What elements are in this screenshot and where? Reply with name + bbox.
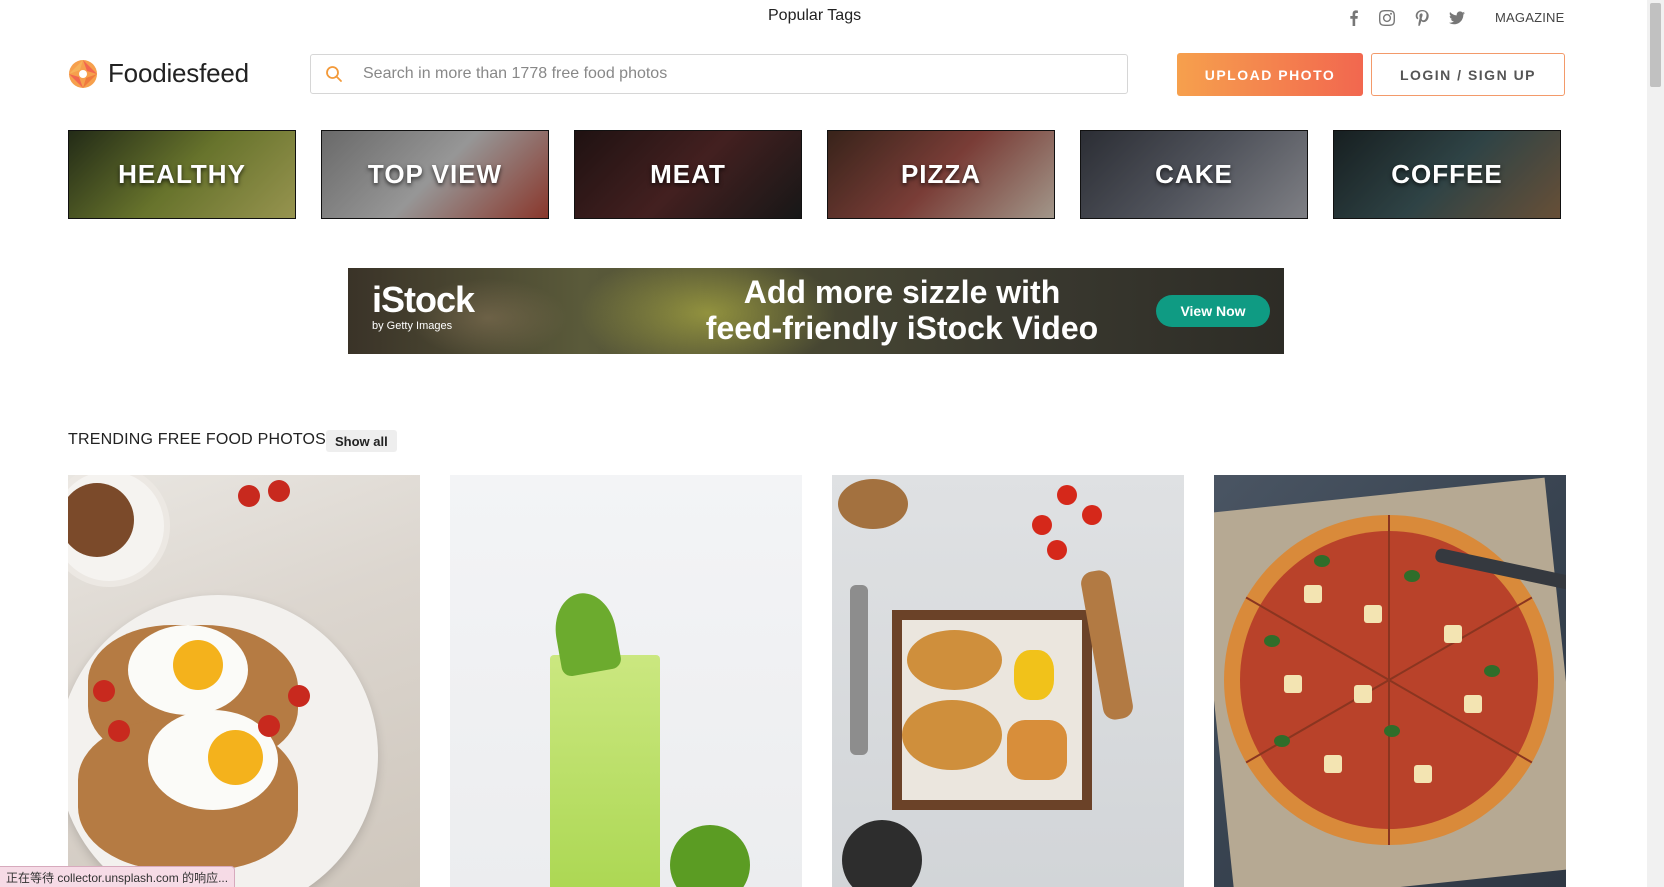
pineapple-topping [1444,625,1462,643]
pineapple-topping [1324,755,1342,773]
basil-topping [1384,725,1400,737]
category-tile-cake[interactable]: CAKE [1080,130,1308,219]
ad-view-now-button[interactable]: View Now [1156,295,1270,327]
category-label: MEAT [650,159,726,189]
pineapple-topping [1284,675,1302,693]
category-tile-coffee[interactable]: COFFEE [1333,130,1561,219]
category-tiles: HEALTHY TOP VIEW MEAT PIZZA CAKE COFFEE [68,130,1561,219]
photo-green-drink[interactable] [450,475,802,887]
logo-aperture-icon [69,59,97,88]
tea-cup-graphic [68,475,170,587]
corn-graphic [1014,650,1054,700]
basil-topping [1404,570,1420,582]
istock-logo: iStock by Getty Images [372,279,475,333]
pineapple-topping [1364,605,1382,623]
twitter-icon[interactable] [1449,8,1465,28]
pineapple-topping [1414,765,1432,783]
category-tile-healthy[interactable]: HEALTHY [68,130,296,219]
basil-topping [1484,665,1500,677]
browser-status-bar: 正在等待 collector.unsplash.com 的响应... [0,866,236,887]
tomato-graphic [268,480,290,502]
popular-tags-link[interactable]: Popular Tags [768,7,861,25]
lime-graphic [670,825,750,887]
facebook-icon[interactable] [1346,8,1362,28]
photo-burger-tray[interactable] [832,475,1184,887]
pineapple-topping [1464,695,1482,713]
burger-graphic [907,630,1002,690]
istock-ad-banner[interactable]: iStock by Getty Images Add more sizzle w… [348,268,1284,354]
yolk-graphic [173,640,223,690]
category-tile-pizza[interactable]: PIZZA [827,130,1055,219]
tomato-graphic [108,720,130,742]
ad-sub-brand: by Getty Images [372,320,453,332]
pineapple-topping [1354,685,1372,703]
category-label: PIZZA [900,159,982,189]
logo-text: Foodiesfeed [108,58,249,88]
tomato-graphic [1082,505,1102,525]
search-input[interactable] [361,64,1105,84]
trending-title: TRENDING FREE FOOD PHOTOS [68,431,327,448]
burger-graphic [902,700,1002,770]
search-icon [326,66,342,82]
potato-wedges-graphic [1007,720,1067,780]
category-label: TOP VIEW [367,159,503,189]
ad-headline-line1: Add more sizzle with [743,274,1061,310]
category-tile-top-view[interactable]: TOP VIEW [321,130,549,219]
category-label: COFFEE [1391,159,1503,189]
basil-topping [1274,735,1290,747]
basil-topping [1314,555,1330,567]
category-label: CAKE [1155,159,1233,189]
pan-graphic [842,820,922,887]
pineapple-topping [1304,585,1322,603]
yolk-graphic [208,730,263,785]
magazine-link[interactable]: MAGAZINE [1495,10,1565,25]
tomato-graphic [238,485,260,507]
logo[interactable]: Foodiesfeed [68,58,249,89]
upload-photo-button[interactable]: UPLOAD PHOTO [1177,53,1363,96]
pinterest-icon[interactable] [1414,8,1430,28]
tomato-graphic [1047,540,1067,560]
tomato-graphic [258,715,280,737]
lime-slice-graphic [549,588,623,678]
photo-eggs-toast[interactable] [68,475,420,887]
bowl-graphic [838,479,908,529]
tomato-graphic [288,685,310,707]
photo-pizza[interactable] [1214,475,1566,887]
category-label: HEALTHY [118,159,246,189]
ad-brand: iStock [372,279,475,320]
basil-topping [1264,635,1280,647]
category-tile-meat[interactable]: MEAT [574,130,802,219]
ad-headline-line2: feed-friendly iStock Video [705,310,1099,346]
show-all-button[interactable]: Show all [326,430,397,452]
glass-graphic [550,655,660,887]
knife-graphic [850,585,868,755]
login-signup-button[interactable]: LOGIN / SIGN UP [1371,53,1565,96]
search-bar[interactable] [310,54,1128,94]
instagram-icon[interactable] [1379,8,1395,28]
tomato-graphic [1057,485,1077,505]
tomato-graphic [93,680,115,702]
trending-photos [68,475,1566,887]
ad-headline: Add more sizzle with feed-friendly iStoc… [692,274,1112,346]
scrollbar-thumb[interactable] [1650,3,1661,87]
page-scrollbar[interactable] [1647,0,1664,887]
tomato-graphic [1032,515,1052,535]
